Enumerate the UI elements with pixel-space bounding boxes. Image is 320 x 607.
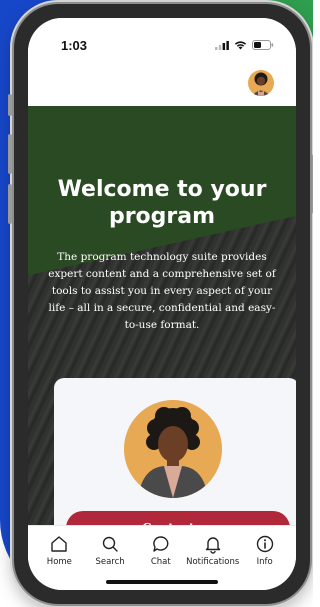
hero-description: The program technology suite provides ex… <box>48 251 276 331</box>
app-screenshot: 1:03 Welcome to your program The program… <box>0 0 313 607</box>
signal-icon <box>215 40 229 50</box>
phone-screen: 1:03 Welcome to your program The program… <box>28 18 296 590</box>
person-avatar-graphic <box>124 400 222 498</box>
volume-up-button <box>8 134 12 174</box>
tab-chat[interactable]: Chat <box>135 534 186 567</box>
tab-home[interactable]: Home <box>34 534 85 567</box>
tab-search[interactable]: Search <box>85 534 136 567</box>
mute-switch <box>8 94 12 116</box>
tab-search-label: Search <box>95 557 125 567</box>
info-icon <box>256 535 273 553</box>
status-icons <box>215 40 274 50</box>
tab-info-label: Info <box>256 557 273 567</box>
search-icon <box>102 536 118 552</box>
tab-notifications[interactable]: Notifications <box>186 534 239 567</box>
volume-down-button <box>8 184 12 224</box>
user-avatar-illustration <box>252 72 270 96</box>
tab-info[interactable]: Info <box>239 534 290 567</box>
status-bar: 1:03 <box>28 18 296 68</box>
bottom-tab-bar: Home Search Chat Notifications Info <box>28 525 296 590</box>
tab-home-label: Home <box>46 557 72 567</box>
wifi-icon <box>234 41 247 50</box>
home-indicator <box>106 580 218 584</box>
bell-icon <box>205 537 220 554</box>
status-time: 1:03 <box>61 38 88 53</box>
home-icon <box>51 536 68 552</box>
battery-icon <box>252 40 274 50</box>
tab-notifications-label: Notifications <box>186 557 240 567</box>
phone-frame: 1:03 Welcome to your program The program… <box>8 4 313 604</box>
person-avatar-illustration <box>124 400 222 498</box>
chat-icon <box>152 536 169 552</box>
user-avatar[interactable] <box>248 70 274 96</box>
tab-chat-label: Chat <box>150 557 171 567</box>
hero-title: Welcome to your program <box>57 177 267 229</box>
power-button <box>312 154 313 214</box>
